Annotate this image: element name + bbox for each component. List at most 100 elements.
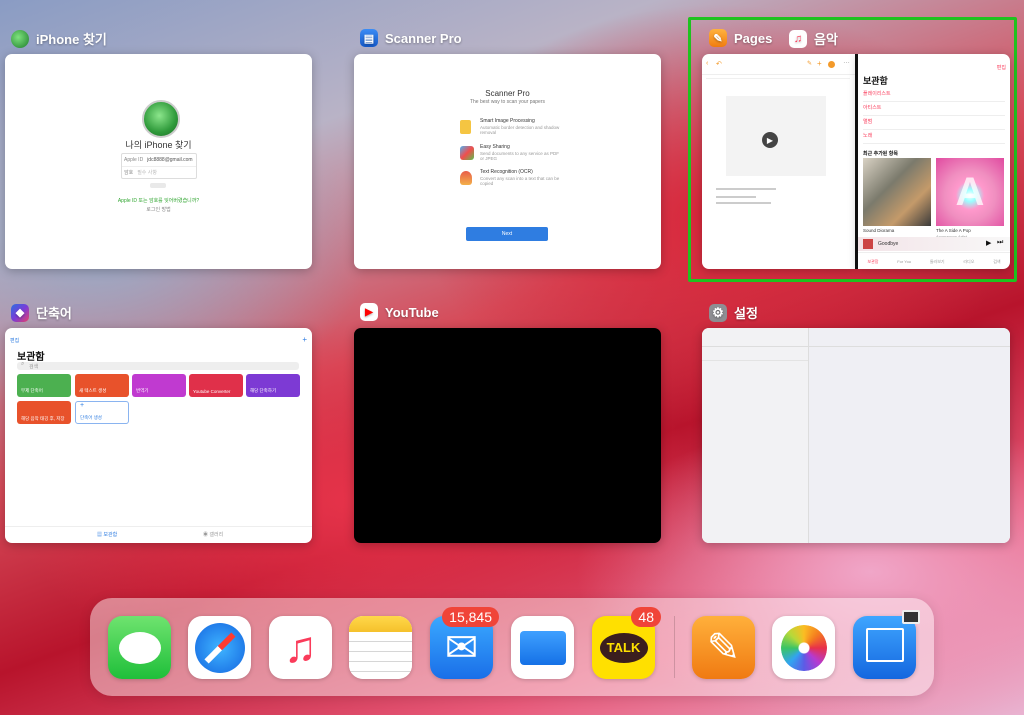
- findiphone-label[interactable]: iPhone 찾기: [11, 29, 107, 48]
- shortcut-tile[interactable]: 새 텍스트 생성: [75, 374, 129, 397]
- signin-button[interactable]: [150, 183, 166, 188]
- pages-toolbar: ‹ ↶ ✎ + …: [702, 54, 855, 75]
- collaborate-icon[interactable]: [828, 61, 835, 68]
- findiphone-card[interactable]: 나의 iPhone 찾기 Apple ID jdc8888@gmail.com …: [5, 54, 312, 269]
- shortcuts-label[interactable]: ◆ 단축어: [11, 303, 72, 322]
- forgot-link[interactable]: Apple ID 또는 암호를 잊어버렸습니까?: [5, 197, 312, 204]
- apple-id-label: Apple ID: [124, 157, 144, 163]
- comment-icon[interactable]: ✎: [807, 60, 812, 67]
- keynote-app[interactable]: [853, 610, 920, 679]
- play-icon[interactable]: ▶: [762, 132, 778, 148]
- music-card[interactable]: 편집 보관함 플레이리스트 아티스트 앨범 노래 최근 추가된 항목 Sound…: [858, 54, 1010, 269]
- tab-gallery[interactable]: ◉ 갤러리: [203, 531, 223, 538]
- talk-text: TALK: [606, 640, 641, 655]
- music-menu-item[interactable]: 플레이리스트: [863, 88, 1005, 102]
- findiphone-label-text: iPhone 찾기: [36, 32, 107, 47]
- tab-search[interactable]: 검색: [993, 259, 1000, 265]
- shortcut-tile[interactable]: 무제 단축어: [17, 374, 71, 397]
- signin-help-link[interactable]: 로그인 방법: [5, 206, 312, 213]
- shortcut-tile[interactable]: 번역기: [132, 374, 186, 397]
- tab-library[interactable]: 보관함: [867, 259, 878, 265]
- kakao-badge: 48: [631, 607, 661, 627]
- tab-library[interactable]: ▦ 보관함: [97, 531, 117, 538]
- shortcuts-add-icon[interactable]: +: [302, 335, 307, 344]
- text-line: [716, 202, 771, 204]
- tab-library-label: 보관함: [103, 532, 118, 538]
- music-menu: 플레이리스트 아티스트 앨범 노래: [863, 88, 1005, 144]
- feature-image-processing: Smart Image Processing Automatic border …: [460, 118, 570, 140]
- notes-app[interactable]: [349, 616, 412, 679]
- album-art-1[interactable]: [863, 158, 931, 226]
- scanner-subtitle: The best way to scan your papers: [469, 99, 546, 105]
- apple-id-field[interactable]: jdc8888@gmail.com: [147, 157, 192, 163]
- music-app[interactable]: ♫: [269, 616, 332, 679]
- music-menu-item[interactable]: 아티스트: [863, 102, 1005, 116]
- shortcut-tile[interactable]: 해당 단축하기: [246, 374, 300, 397]
- music-note-icon: ♫: [284, 622, 317, 672]
- tab-radio[interactable]: 라디오: [963, 259, 974, 265]
- now-playing-bar[interactable]: Goodbye ▶ ⏭: [858, 237, 1010, 251]
- music-menu-item[interactable]: 앨범: [863, 116, 1005, 130]
- shortcut-tile[interactable]: 해당 음악 태깅 후, 저장: [17, 401, 71, 424]
- more-icon[interactable]: …: [843, 58, 850, 65]
- plus-icon: +: [80, 402, 85, 409]
- notes-header: [349, 616, 412, 632]
- mail-app[interactable]: ✉ 15,845: [430, 607, 499, 679]
- dock-separator: [674, 616, 675, 678]
- tab-for-you[interactable]: For You: [897, 259, 911, 264]
- dock: ♫ ✉ 15,845 TALK 48 ✎: [90, 598, 934, 696]
- radar-icon: [142, 100, 180, 138]
- play-icon[interactable]: ▶: [986, 239, 991, 247]
- tab-browse[interactable]: 둘러보기: [930, 259, 945, 265]
- settings-sidebar: [702, 328, 809, 543]
- password-field[interactable]: 필수 사항: [137, 169, 157, 176]
- pages-app[interactable]: ✎: [692, 616, 755, 679]
- pages-card[interactable]: ‹ ↶ ✎ + … ▶: [702, 54, 855, 269]
- forward-icon[interactable]: ⏭: [997, 239, 1003, 247]
- settings-detail: [809, 328, 1010, 543]
- youtube-label-text: YouTube: [385, 304, 439, 320]
- settings-card[interactable]: [702, 328, 1010, 543]
- back-icon[interactable]: ‹: [706, 60, 708, 67]
- shortcuts-edit-button[interactable]: 편집: [10, 337, 19, 344]
- messages-app[interactable]: [108, 616, 171, 679]
- shortcuts-label-text: 단축어: [36, 306, 72, 321]
- kakaotalk-app[interactable]: TALK 48: [592, 607, 661, 679]
- files-app[interactable]: [511, 616, 574, 679]
- talk-bubble-icon: TALK: [599, 632, 648, 663]
- scanner-label[interactable]: ▤ Scanner Pro: [360, 29, 462, 47]
- shortcuts-search-input[interactable]: ⌕ 검색: [17, 361, 299, 370]
- ocr-icon: [460, 171, 472, 185]
- music-edit-button[interactable]: 편집: [997, 64, 1006, 71]
- album-title-2: The A Side A Pop: [936, 228, 971, 233]
- text-line: [716, 188, 776, 190]
- flower-icon: [780, 624, 827, 671]
- scanner-pro-app-icon: ▤: [360, 29, 378, 47]
- password-label: 암호: [124, 170, 134, 176]
- album-art-2[interactable]: A: [936, 158, 1004, 226]
- photos-app[interactable]: [772, 616, 835, 679]
- shortcut-tile[interactable]: Youtube Converter: [189, 374, 243, 397]
- next-button[interactable]: Next: [466, 227, 548, 241]
- settings-label[interactable]: ⚙ 설정: [709, 303, 758, 322]
- add-icon[interactable]: +: [817, 59, 822, 68]
- speech-bubble-icon: [118, 631, 161, 664]
- scanner-title: Scanner Pro: [485, 89, 530, 98]
- feature-title: Easy Sharing: [480, 144, 510, 150]
- youtube-app-icon: ▶: [360, 303, 378, 321]
- music-menu-item[interactable]: 노래: [863, 130, 1005, 144]
- youtube-card[interactable]: [354, 328, 661, 543]
- document-icon: [460, 120, 471, 134]
- settings-label-text: 설정: [734, 306, 758, 321]
- safari-app[interactable]: [188, 616, 251, 679]
- scanner-card[interactable]: Scanner Pro The best way to scan your pa…: [354, 54, 661, 269]
- youtube-label[interactable]: ▶ YouTube: [360, 303, 439, 321]
- feature-easy-sharing: Easy Sharing Send documents to any servi…: [460, 144, 570, 166]
- shortcuts-tabbar: ▦ 보관함 ◉ 갤러리: [5, 526, 312, 543]
- search-icon: ⌕: [21, 361, 25, 367]
- undo-icon[interactable]: ↶: [716, 60, 722, 68]
- now-playing-art: [863, 239, 873, 249]
- music-tabbar: 보관함 For You 둘러보기 라디오 검색: [858, 252, 1010, 269]
- create-shortcut-tile[interactable]: + 단축어 생성: [75, 401, 129, 424]
- shortcuts-card[interactable]: 편집 + 보관함 ⌕ 검색 무제 단축어 새 텍스트 생성 번역기 Youtub…: [5, 328, 312, 543]
